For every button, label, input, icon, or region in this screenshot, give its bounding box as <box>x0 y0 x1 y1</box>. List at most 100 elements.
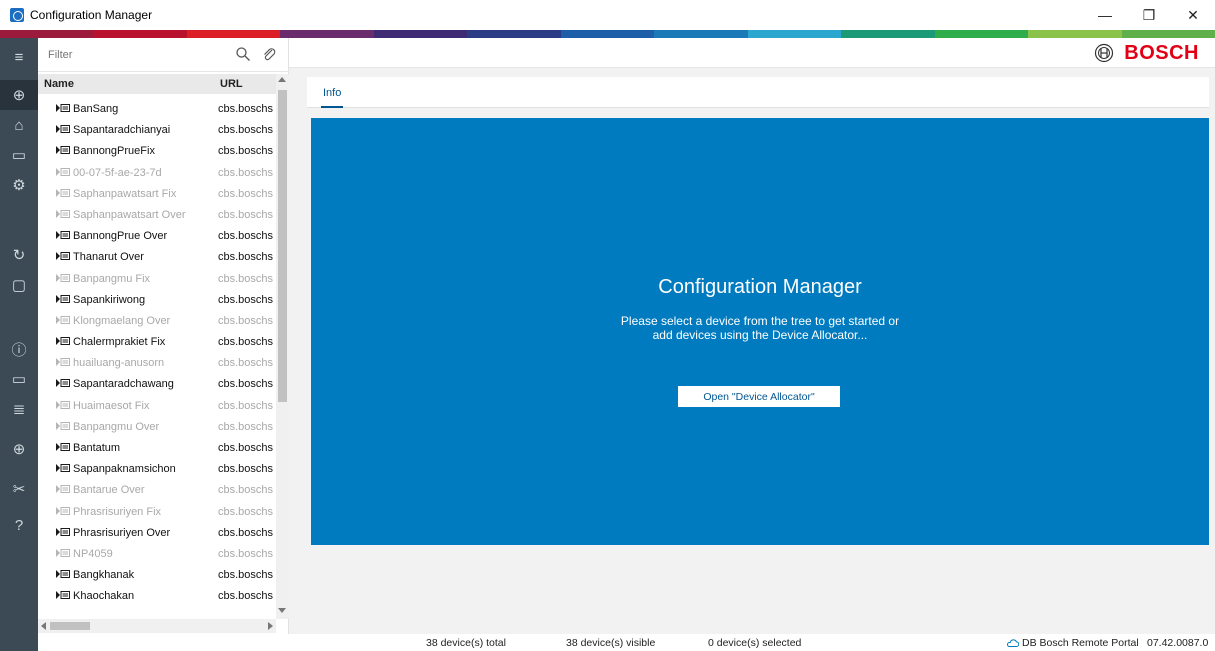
device-url: cbs.boschs <box>218 230 274 243</box>
device-icon <box>56 443 70 451</box>
device-url: cbs.boschs <box>218 208 274 221</box>
paperclip-icon[interactable] <box>261 46 277 62</box>
app-window: Configuration Manager — ❐ ✕ ≡ ⊕ ⌂ ▭ ⚙ ↻ ▢ ⓘ ▭ ≣ ⊕ ✂… <box>0 0 1215 651</box>
device-row[interactable]: Thanarut Over cbs.boschs <box>38 247 276 268</box>
device-row[interactable]: Chalermprakiet Fix cbs.boschs <box>38 332 276 353</box>
device-row[interactable]: BanSang cbs.boschs <box>38 99 276 120</box>
device-row[interactable]: Khaochakan cbs.boschs <box>38 586 276 607</box>
device-url: cbs.boschs <box>218 484 274 497</box>
filter-bar <box>38 38 289 72</box>
welcome-message: Please select a device from the tree to … <box>311 314 1209 342</box>
device-url: cbs.boschs <box>218 590 274 603</box>
network-icon[interactable]: ⊕ <box>0 80 38 110</box>
device-url: cbs.boschs <box>218 357 274 370</box>
device-icon <box>56 506 70 515</box>
brand-name: BOSCH <box>1124 41 1199 64</box>
device-list: BanSang cbs.boschs Sapantaradchianyai cbs.b… <box>38 99 276 619</box>
device-name: BannongPrue Over <box>73 230 168 243</box>
device-row[interactable]: Saphanpawatsart Over cbs.boschs <box>38 205 276 226</box>
status-portal[interactable]: DB Bosch Remote Portal <box>1022 637 1139 649</box>
menu-icon[interactable]: ≡ <box>0 42 38 72</box>
device-icon <box>56 273 70 282</box>
device-name: huailuang-anusorn <box>73 357 165 370</box>
scroll-thumb[interactable] <box>278 90 287 402</box>
status-total: 38 device(s) total <box>426 637 506 649</box>
device-row[interactable]: Phrasrisuriyen Fix cbs.boschs <box>38 502 276 523</box>
scroll-up-icon[interactable] <box>278 77 286 82</box>
device-row[interactable]: BannongPrueFix cbs.boschs <box>38 141 276 162</box>
title-bar: Configuration Manager — ❐ ✕ <box>0 0 1215 30</box>
brand-color-band <box>0 30 1215 38</box>
settings-icon[interactable]: ⚙ <box>0 170 38 200</box>
scroll-right-icon[interactable] <box>268 622 273 630</box>
device-icon <box>56 167 70 176</box>
maximize-button[interactable]: ❐ <box>1127 0 1171 30</box>
device-icon <box>56 209 70 218</box>
device-row[interactable]: Banpangmu Over cbs.boschs <box>38 417 276 438</box>
globe-icon[interactable]: ⊕ <box>0 434 38 464</box>
scroll-left-icon[interactable] <box>41 622 46 630</box>
device-name: Sapankiriwong <box>73 293 146 306</box>
scroll-down-icon[interactable] <box>278 608 286 613</box>
column-header-name[interactable]: Name <box>44 78 74 90</box>
color-band-segment <box>841 30 935 38</box>
save-icon[interactable]: ▢ <box>0 270 38 300</box>
device-icon <box>56 146 70 155</box>
column-header-url[interactable]: URL <box>220 78 243 90</box>
device-row[interactable]: Saphanpawatsart Fix cbs.boschs <box>38 184 276 205</box>
filter-input[interactable] <box>48 45 228 65</box>
status-bar: 38 device(s) total 38 device(s) visible … <box>289 634 1215 651</box>
device-icon <box>56 591 70 600</box>
open-device-allocator-button[interactable]: Open "Device Allocator" <box>678 386 840 407</box>
device-name: Sapantaradchianyai <box>73 124 171 137</box>
database-icon[interactable]: ≣ <box>0 394 38 424</box>
device-row[interactable]: Bantarue Over cbs.boschs <box>38 480 276 501</box>
device-row[interactable]: BannongPrue Over cbs.boschs <box>38 226 276 247</box>
device-name: 00-07-5f-ae-23-7d <box>73 166 162 179</box>
devices-icon[interactable]: ⌂ <box>0 110 38 140</box>
tools-icon[interactable]: ✂ <box>0 474 38 504</box>
device-row[interactable]: Klongmaelang Over cbs.boschs <box>38 311 276 332</box>
device-url: cbs.boschs <box>218 293 274 306</box>
welcome-line-1: Please select a device from the tree to … <box>620 314 900 328</box>
refresh-icon[interactable]: ↻ <box>0 240 38 270</box>
device-row[interactable]: Banpangmu Fix cbs.boschs <box>38 269 276 290</box>
device-row[interactable]: NP4059 cbs.boschs <box>38 544 276 565</box>
horizontal-scroll-thumb[interactable] <box>50 622 90 630</box>
device-row[interactable]: Huaimaesot Fix cbs.boschs <box>38 396 276 417</box>
color-band-segment <box>373 30 468 38</box>
welcome-title: Configuration Manager <box>658 276 862 298</box>
monitor-icon[interactable]: ▭ <box>0 364 38 394</box>
device-url: cbs.boschs <box>218 103 274 115</box>
help-icon[interactable]: ? <box>0 510 38 540</box>
color-band-segment <box>654 30 748 38</box>
tab-info[interactable]: Info <box>317 77 347 108</box>
device-row[interactable]: Sapantaradchianyai cbs.boschs <box>38 120 276 141</box>
device-row[interactable]: Sapantaradchawang cbs.boschs <box>38 374 276 395</box>
device-row[interactable]: Bantatum cbs.boschs <box>38 438 276 459</box>
device-row[interactable]: Phrasrisuriyen Over cbs.boschs <box>38 523 276 544</box>
vertical-scrollbar[interactable] <box>276 74 289 619</box>
device-name: Banpangmu Fix <box>73 272 151 285</box>
device-icon <box>56 379 70 388</box>
device-icon <box>56 548 70 557</box>
device-name: Phrasrisuriyen Fix <box>73 505 162 518</box>
info-icon[interactable]: ⓘ <box>0 334 38 364</box>
device-url: cbs.boschs <box>218 378 274 391</box>
device-url: cbs.boschs <box>218 251 274 264</box>
close-button[interactable]: ✕ <box>1171 0 1215 30</box>
color-band-segment <box>186 30 281 38</box>
device-row[interactable]: Bangkhanak cbs.boschs <box>38 565 276 586</box>
device-row[interactable]: Sapanpaknamsichon cbs.boschs <box>38 459 276 480</box>
device-icon <box>56 188 70 197</box>
minimize-button[interactable]: — <box>1083 0 1127 30</box>
device-name: Huaimaesot Fix <box>73 399 150 412</box>
horizontal-scrollbar[interactable] <box>38 619 276 633</box>
search-icon[interactable] <box>235 46 251 62</box>
device-row[interactable]: 00-07-5f-ae-23-7d cbs.boschs <box>38 163 276 184</box>
camera-icon[interactable]: ▭ <box>0 140 38 170</box>
device-row[interactable]: huailuang-anusorn cbs.boschs <box>38 353 276 374</box>
device-row[interactable]: Sapankiriwong cbs.boschs <box>38 290 276 311</box>
status-visible: 38 device(s) visible <box>566 637 656 649</box>
color-band-segment <box>1028 30 1122 38</box>
